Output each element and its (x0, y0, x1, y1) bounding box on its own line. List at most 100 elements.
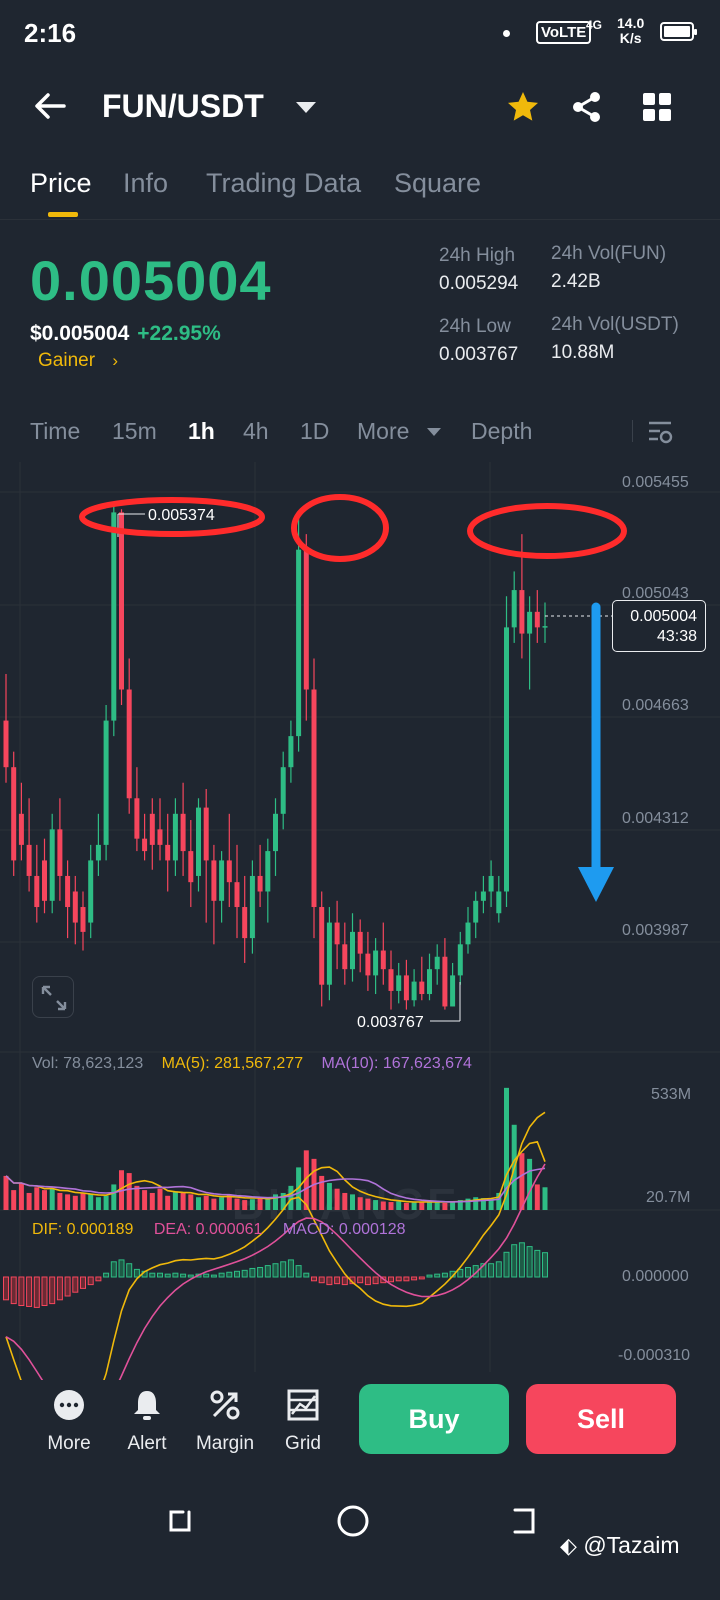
interval-1d[interactable]: 1D (300, 418, 329, 445)
tab-info[interactable]: Info (123, 168, 168, 199)
signal-label: 4G (586, 18, 603, 32)
candle-body (527, 611, 533, 634)
gainer-badge[interactable]: Gainer › (38, 350, 118, 372)
interval-15m[interactable]: 15m (112, 418, 157, 445)
price-axis-label: 0.003987 (622, 922, 689, 939)
back-nav-icon[interactable] (507, 1504, 541, 1538)
volume-bar (88, 1194, 94, 1210)
volume-bar (527, 1158, 533, 1210)
volume-bar (403, 1202, 409, 1210)
macd-bar (311, 1276, 317, 1282)
macd-bar (218, 1272, 225, 1278)
macd-bar (426, 1274, 433, 1278)
candle-body (157, 829, 163, 845)
candle-body (350, 931, 355, 970)
candle-body (219, 860, 225, 901)
more-button[interactable]: More (29, 1388, 109, 1455)
candle-body (396, 975, 402, 991)
macd-bar (87, 1276, 94, 1286)
volume-bar (26, 1192, 32, 1210)
macd-bar (465, 1267, 471, 1278)
star-icon[interactable] (506, 90, 540, 124)
candle-body (296, 549, 302, 737)
notification-dot (503, 30, 510, 37)
buy-button[interactable]: Buy (359, 1384, 509, 1454)
macd-bar (110, 1261, 117, 1278)
macd-bar (518, 1242, 525, 1278)
diamond-icon: ⬖ (560, 1533, 577, 1558)
volume-axis-label: 533M (651, 1086, 692, 1103)
interval-1h[interactable]: 1h (188, 418, 215, 445)
macd-bar (187, 1274, 194, 1278)
candle-body (49, 829, 55, 901)
volume-bar (95, 1197, 101, 1210)
chevron-down-icon[interactable] (296, 102, 316, 113)
candle-body (126, 689, 132, 799)
vol-base-value: 2.42B (551, 271, 601, 292)
margin-button[interactable]: Margin (185, 1388, 265, 1455)
candle-body (26, 844, 32, 876)
macd-bar (3, 1276, 9, 1301)
grid-button[interactable]: Grid (263, 1388, 343, 1455)
tab-square[interactable]: Square (394, 168, 481, 199)
interval-time[interactable]: Time (30, 418, 80, 445)
volume-bar (57, 1192, 63, 1210)
macd-bar (495, 1261, 502, 1278)
interval-more[interactable]: More (357, 418, 409, 445)
volume-bar (111, 1184, 117, 1210)
volume-bar (134, 1185, 140, 1210)
kline-chart[interactable]: BINANCE 0.005455 0.005043 0.004663 0.004… (0, 462, 720, 1380)
high-label: 24h High (439, 245, 516, 266)
annotation-ellipse (291, 494, 389, 562)
macd-bar (503, 1251, 510, 1278)
volume-bar (380, 1201, 386, 1210)
volume-bar (450, 1201, 456, 1210)
alert-button[interactable]: Alert (107, 1388, 187, 1455)
macd-bar (10, 1276, 17, 1305)
macd-bar (64, 1276, 71, 1297)
macd-axis-label: -0.000310 (618, 1347, 691, 1364)
macd-bar (49, 1276, 56, 1305)
tab-price[interactable]: Price (30, 168, 92, 199)
interval-depth[interactable]: Depth (471, 418, 532, 445)
tab-trading-data[interactable]: Trading Data (206, 168, 361, 199)
macd-bar (364, 1276, 371, 1286)
active-tab-indicator (48, 212, 78, 217)
vol-base-label: 24h Vol(FUN) (551, 243, 667, 264)
expand-icon[interactable] (32, 976, 74, 1018)
macd-bar (41, 1276, 48, 1306)
volume-bar (211, 1198, 217, 1210)
candle-body (519, 590, 525, 634)
margin-icon (210, 1390, 240, 1420)
macd-bar (272, 1263, 279, 1278)
macd-bar (33, 1276, 40, 1308)
net-speed: 14.0 K/s (617, 15, 645, 46)
back-arrow-icon[interactable] (32, 88, 68, 124)
volume-bar (126, 1173, 132, 1210)
interval-4h[interactable]: 4h (243, 418, 269, 445)
pair-title[interactable]: FUN/USDT (102, 88, 264, 125)
home-icon[interactable] (336, 1504, 370, 1538)
macd-bar (249, 1267, 256, 1278)
volume-bar (149, 1192, 155, 1210)
chart-settings-icon[interactable] (646, 418, 674, 446)
macd-bar (434, 1273, 441, 1278)
candle-body (357, 931, 363, 954)
candle-body (504, 627, 509, 892)
sell-button[interactable]: Sell (526, 1384, 676, 1454)
caret-down-icon (427, 428, 441, 436)
grid-icon[interactable] (640, 90, 674, 124)
candle-body (18, 813, 24, 845)
main-tabs: Price Info Trading Data Square (0, 160, 720, 220)
volume-bar (542, 1187, 548, 1210)
candle-body (326, 922, 332, 985)
volume-bar (203, 1195, 209, 1210)
annotation-arrowhead (578, 867, 614, 902)
volume-bar (265, 1198, 271, 1210)
macd-bar (264, 1265, 271, 1278)
recent-apps-icon[interactable] (163, 1504, 197, 1538)
macd-bar (157, 1272, 163, 1278)
candle-body (211, 860, 217, 901)
share-icon[interactable] (570, 90, 604, 124)
volume-bar (249, 1199, 255, 1210)
